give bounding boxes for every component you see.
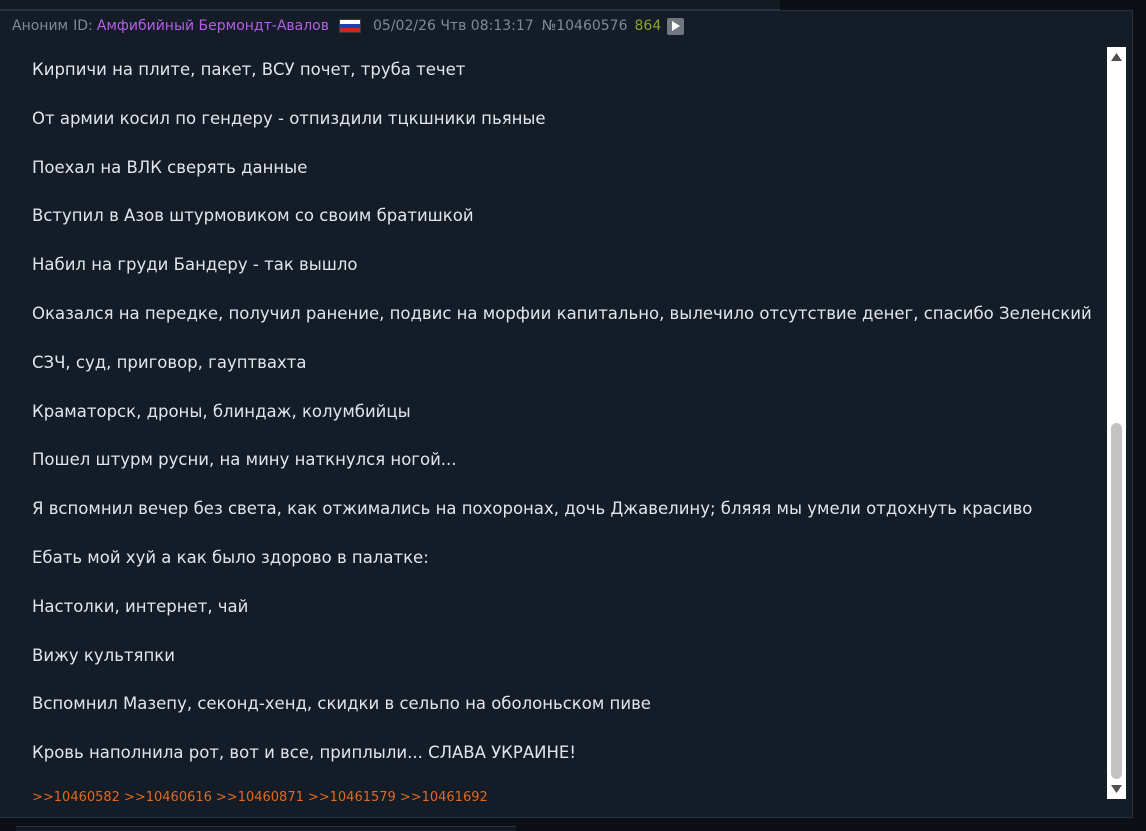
- replies-list: >>10460582 >>10460616 >>10460871 >>10461579…: [32, 790, 492, 805]
- post-line: СЗЧ, суд, приговор, гауптвахта: [32, 352, 307, 372]
- post-line: Краматорск, дроны, блиндаж, колумбийцы: [32, 401, 411, 421]
- reply-link[interactable]: >>10460871: [216, 790, 304, 805]
- post-line: Набил на груди Бандеру - так вышло: [32, 255, 358, 275]
- post-line: Вступил в Азов штурмовиком со своим брат…: [32, 206, 474, 226]
- reply-link[interactable]: >>10461692: [400, 790, 488, 805]
- scroll-thumb[interactable]: [1111, 423, 1122, 779]
- reply-link[interactable]: >>10460616: [124, 790, 212, 805]
- reply-link[interactable]: >>10460582: [32, 790, 120, 805]
- scroll-down-button[interactable]: [1107, 782, 1126, 796]
- russia-flag-icon: [339, 19, 361, 33]
- arrow-down-icon: [1111, 785, 1122, 793]
- reply-link[interactable]: >>10461579: [308, 790, 396, 805]
- post-count: 864: [634, 18, 662, 34]
- arrow-up-icon: [1111, 53, 1122, 61]
- post-line: Я вспомнил вечер без света, как отжимали…: [32, 499, 1033, 519]
- post-line: Вижу культяпки: [32, 645, 175, 665]
- poster-id-name[interactable]: Амфибийный Бермондт-Авалов: [97, 18, 329, 34]
- play-icon: [672, 21, 681, 31]
- post-line: Кирпичи на плите, пакет, ВСУ почет, труб…: [32, 60, 466, 79]
- scroll-track[interactable]: [1111, 67, 1122, 779]
- post-header: Аноним ID: Амфибийный Бермондт-Авалов 05…: [12, 16, 685, 36]
- post-line: Кровь наполнила рот, вот и все, приплыли…: [32, 743, 576, 763]
- post-line: Пошел штурм русни, на мину наткнулся ног…: [32, 450, 457, 470]
- post-line: Поехал на ВЛК сверять данные: [32, 157, 308, 177]
- post-number-link[interactable]: №10460576: [542, 18, 628, 34]
- scroll-up-button[interactable]: [1107, 50, 1126, 64]
- post-line: От армии косил по гендеру - отпиздили тц…: [32, 108, 546, 128]
- poster-name: Аноним: [12, 18, 69, 34]
- post-date: 05/02/26 Чтв 08:13:17: [373, 18, 534, 34]
- page: Аноним ID: Амфибийный Бермондт-Авалов 05…: [0, 0, 1146, 831]
- play-button[interactable]: [667, 17, 685, 35]
- previous-post-edge: [0, 0, 780, 10]
- post-line: Вспомнил Мазепу, секонд-хенд, скидки в с…: [32, 694, 651, 714]
- post-line: Оказался на передке, получил ранение, по…: [32, 303, 1092, 323]
- next-post-edge: [16, 826, 516, 831]
- poster-id-label: ID:: [73, 18, 93, 34]
- post: Аноним ID: Амфибийный Бермондт-Авалов 05…: [0, 10, 1133, 818]
- post-line: Настолки, интернет, чай: [32, 596, 249, 616]
- post-body: Кирпичи на плите, пакет, ВСУ почет, труб…: [32, 60, 1102, 792]
- post-line: Ебать мой хуй а как было здорово в палат…: [32, 547, 429, 567]
- post-scrollbar[interactable]: [1107, 47, 1126, 799]
